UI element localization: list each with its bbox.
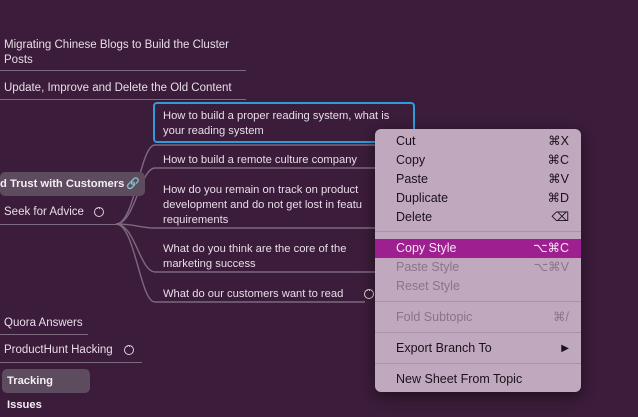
menu-item-shortcut: ⌘X [548,134,569,148]
menu-item-delete[interactable]: Delete ⌫ [375,208,581,227]
menu-separator [375,301,581,302]
subtopic-reading-system[interactable]: How to build a proper reading system, wh… [163,109,411,139]
subtopic-customers-read[interactable]: What do our customers want to read [163,287,343,302]
menu-item-copy-style[interactable]: Copy Style ⌥⌘C [375,239,581,258]
menu-item-label: New Sheet From Topic [396,372,523,386]
topic-underline [0,362,142,363]
menu-item-shortcut: ⌥⌘C [533,241,569,255]
menu-item-label: Paste [396,172,428,186]
menu-separator [375,332,581,333]
submenu-arrow-icon: ▶ [561,343,569,354]
menu-item-label: Fold Subtopic [396,310,473,324]
topic-underline [0,334,88,335]
menu-item-label: Cut [396,134,416,148]
menu-item-label: Duplicate [396,191,449,205]
menu-item-cut[interactable]: Cut ⌘X [375,132,581,151]
topic-underline [0,99,246,100]
menu-item-label: Delete [396,210,433,224]
menu-separator [375,363,581,364]
menu-item-reset-style: Reset Style [375,277,581,296]
topic-underline [0,70,246,71]
tracking-issues-text: Tracking Issues [7,375,54,411]
link-icon[interactable]: 🔗 [126,177,140,190]
more-icon[interactable] [364,285,374,299]
topic-producthunt-hacking[interactable]: ProductHunt Hacking [4,343,113,358]
more-icon[interactable] [94,203,104,217]
central-topic[interactable]: d Trust with Customers [0,172,145,196]
menu-item-duplicate[interactable]: Duplicate ⌘D [375,189,581,208]
more-icon[interactable] [124,341,134,355]
menu-item-label: Export Branch To [396,341,492,355]
menu-item-shortcut: ⌘V [548,172,569,186]
central-topic-label: d Trust with Customers [0,178,125,190]
menu-item-export-branch[interactable]: Export Branch To ▶ [375,339,581,358]
menu-item-new-sheet[interactable]: New Sheet From Topic [375,370,581,389]
tracking-issues-label[interactable]: Tracking Issues [2,369,90,411]
menu-item-fold-subtopic: Fold Subtopic ⌘/ [375,308,581,327]
menu-item-label: Reset Style [396,279,460,293]
menu-item-label: Copy Style [396,241,457,255]
topic-quora-answers[interactable]: Quora Answers [4,316,83,331]
menu-item-label: Copy [396,153,426,167]
topic-seek-advice[interactable]: Seek for Advice [4,205,84,220]
subtopic-remote-culture[interactable]: How to build a remote culture company [163,153,383,168]
topic-migrating-blogs[interactable]: Migrating Chinese Blogs to Build the Clu… [4,38,244,68]
topic-update-content[interactable]: Update, Improve and Delete the Old Conte… [4,81,232,96]
menu-item-paste[interactable]: Paste ⌘V [375,170,581,189]
topic-underline [0,224,118,225]
subtopic-marketing-success[interactable]: What do you think are the core of the ma… [163,242,373,272]
subtopic-product-development[interactable]: How do you remain on track on product de… [163,183,388,228]
delete-key-icon: ⌫ [551,210,569,224]
menu-separator [375,231,581,232]
menu-item-shortcut: ⌘/ [553,310,569,324]
menu-item-shortcut: ⌘C [547,153,569,167]
menu-item-shortcut: ⌘D [547,191,569,205]
context-menu: Cut ⌘X Copy ⌘C Paste ⌘V Duplicate ⌘D Del… [375,129,581,392]
menu-item-shortcut: ⌥⌘V [533,260,569,274]
menu-item-label: Paste Style [396,260,460,274]
menu-item-paste-style: Paste Style ⌥⌘V [375,258,581,277]
menu-item-copy[interactable]: Copy ⌘C [375,151,581,170]
